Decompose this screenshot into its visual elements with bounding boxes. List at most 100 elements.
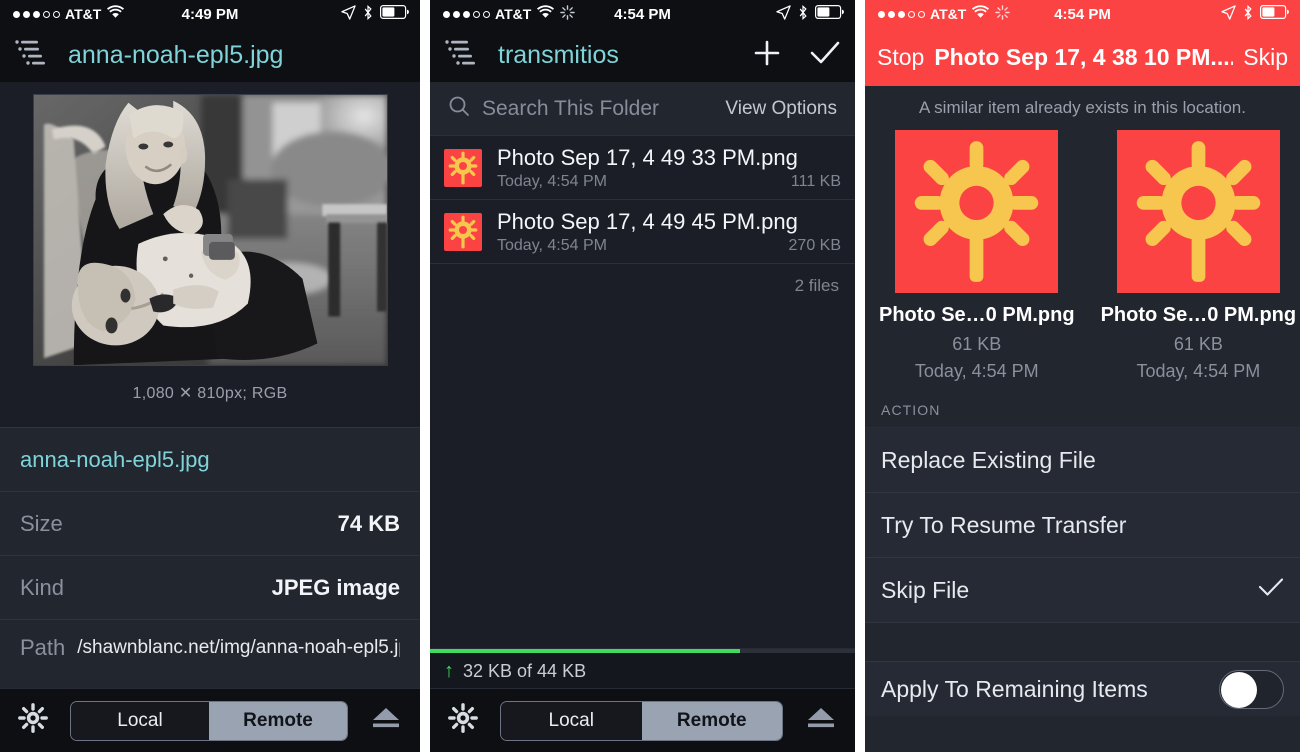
panel-folder-browser: AT&T 4:54 PM transmitios Search This Fol… xyxy=(430,0,855,752)
signal-strength-icon xyxy=(443,10,490,18)
file-size: 111 KB xyxy=(790,172,841,190)
action-row-resume[interactable]: Try To Resume Transfer xyxy=(865,493,1300,558)
metadata-row-path: Path /shawnblanc.net/img/anna-noah-epl5.… xyxy=(0,619,420,675)
status-bar-right xyxy=(341,4,410,24)
signal-strength-icon xyxy=(878,10,925,18)
status-bar-right xyxy=(776,4,845,24)
action-row-replace[interactable]: Replace Existing File xyxy=(865,428,1300,493)
metadata-row-filename[interactable]: anna-noah-epl5.jpg xyxy=(0,427,420,491)
metadata-key-size: Size xyxy=(20,510,63,536)
comparison-file-name: Photo Se…0 PM.png xyxy=(879,304,1075,326)
three-panel-screenshot: AT&T 4:49 PM anna-noah-epl5.jpg 1,080 ✕ … xyxy=(0,0,1300,752)
comparison-file-name: Photo Se…0 PM.png xyxy=(1100,304,1297,326)
segment-remote[interactable]: Remote xyxy=(641,701,782,740)
navigation-bar: anna-noah-epl5.jpg xyxy=(0,28,420,82)
search-icon xyxy=(448,95,470,122)
progress-text: 32 KB of 44 KB xyxy=(463,660,587,681)
metadata-value-size: 74 KB xyxy=(337,510,400,536)
file-subline: Today, 4:54 PM 111 KB xyxy=(497,173,841,191)
plus-icon[interactable] xyxy=(751,37,783,74)
segment-remote[interactable]: Remote xyxy=(209,701,347,740)
comparison-item-source[interactable]: Photo Se…0 PM.png 61 KB Today, 4:54 PM xyxy=(879,130,1075,382)
location-arrow-icon xyxy=(341,4,356,24)
comparison-file-size: 61 KB xyxy=(952,334,1002,354)
file-item-body: Photo Sep 17, 4 49 45 PM.png Today, 4:54… xyxy=(497,209,841,255)
file-subline: Today, 4:54 PM 270 KB xyxy=(497,237,841,255)
apply-remaining-row[interactable]: Apply To Remaining Items xyxy=(865,661,1300,716)
panel-divider-1 xyxy=(420,0,430,752)
status-bar: AT&T 4:54 PM xyxy=(865,0,1300,28)
carrier-label: AT&T xyxy=(930,6,967,22)
carrier-label: AT&T xyxy=(65,6,102,22)
navigation-bar: transmitios xyxy=(430,28,855,82)
image-preview-area: 1,080 ✕ 810px; RGB xyxy=(0,82,420,427)
file-date: Today, 4:54 PM xyxy=(497,236,607,254)
status-bar-left: AT&T xyxy=(13,5,125,23)
view-options-button[interactable]: View Options xyxy=(725,98,837,120)
eject-icon[interactable] xyxy=(370,705,402,736)
section-header-action: ACTION xyxy=(865,382,1300,427)
search-bar[interactable]: Search This Folder View Options xyxy=(430,82,855,136)
conflict-title: Photo Sep 17, 4 38 10 PM.... xyxy=(934,43,1234,70)
metadata-value-kind: JPEG image xyxy=(271,574,400,600)
panel-file-info: AT&T 4:49 PM anna-noah-epl5.jpg 1,080 ✕ … xyxy=(0,0,420,752)
sunflower-png-icon xyxy=(895,130,1059,293)
metadata-list: anna-noah-epl5.jpg Size 74 KB Kind JPEG … xyxy=(0,427,420,675)
segment-local[interactable]: Local xyxy=(71,701,209,740)
search-input[interactable]: Search This Folder xyxy=(482,97,659,121)
segment-local[interactable]: Local xyxy=(501,701,642,740)
toggle-knob xyxy=(1221,671,1257,708)
action-label: Replace Existing File xyxy=(881,446,1096,473)
bluetooth-icon xyxy=(1243,4,1253,24)
comparison-file-date: Today, 4:54 PM xyxy=(914,361,1039,381)
wifi-icon xyxy=(971,5,990,23)
file-date: Today, 4:54 PM xyxy=(497,172,607,190)
page-title: transmitios xyxy=(498,40,619,69)
panel-divider-2 xyxy=(855,0,865,752)
bluetooth-icon xyxy=(798,4,808,24)
skip-button[interactable]: Skip xyxy=(1243,44,1288,71)
progress-label-row: ↑ 32 KB of 44 KB xyxy=(430,653,855,689)
hierarchy-list-icon[interactable] xyxy=(444,38,478,73)
page-title: anna-noah-epl5.jpg xyxy=(68,40,284,69)
comparison-file-date: Today, 4:54 PM xyxy=(1136,361,1261,381)
local-remote-segmented-control[interactable]: Local Remote xyxy=(500,700,783,741)
battery-icon xyxy=(1260,5,1290,23)
photo-image xyxy=(33,95,387,365)
file-comparison: Photo Se…0 PM.png 61 KB Today, 4:54 PM P… xyxy=(865,130,1300,382)
location-arrow-icon xyxy=(1221,4,1236,24)
gear-icon[interactable] xyxy=(448,703,478,738)
metadata-value-path: /shawnblanc.net/img/anna-noah-epl5.jpg xyxy=(77,636,400,658)
photo-thumbnail[interactable] xyxy=(32,94,388,366)
list-spacer xyxy=(865,623,1300,661)
apply-remaining-toggle[interactable] xyxy=(1219,669,1284,709)
bottom-toolbar: Local Remote xyxy=(0,688,420,752)
file-name: Photo Sep 17, 4 49 33 PM.png xyxy=(497,144,798,170)
activity-spinner-icon xyxy=(560,4,576,24)
action-row-skip[interactable]: Skip File xyxy=(865,558,1300,623)
local-remote-segmented-control[interactable]: Local Remote xyxy=(70,700,348,741)
filename-value: anna-noah-epl5.jpg xyxy=(20,446,210,472)
checkmark-icon[interactable] xyxy=(809,39,841,72)
file-item-body: Photo Sep 17, 4 49 33 PM.png Today, 4:54… xyxy=(497,145,841,191)
stop-button[interactable]: Stop xyxy=(877,44,924,71)
hierarchy-list-icon[interactable] xyxy=(14,38,48,73)
file-list-item[interactable]: Photo Sep 17, 4 49 45 PM.png Today, 4:54… xyxy=(430,200,855,264)
bottom-toolbar: Local Remote xyxy=(430,688,855,752)
eject-icon[interactable] xyxy=(805,705,837,736)
transfer-progress: ↑ 32 KB of 44 KB xyxy=(430,648,855,688)
status-bar-left: AT&T xyxy=(443,4,576,24)
bluetooth-icon xyxy=(363,4,373,24)
file-list-item[interactable]: Photo Sep 17, 4 49 33 PM.png Today, 4:54… xyxy=(430,136,855,200)
comparison-item-existing[interactable]: Photo Se…0 PM.png 61 KB Today, 4:54 PM xyxy=(1100,130,1297,382)
upload-arrow-icon: ↑ xyxy=(444,660,454,682)
metadata-row-size: Size 74 KB xyxy=(0,491,420,555)
sunflower-png-icon xyxy=(444,212,482,251)
action-list: Replace Existing File Try To Resume Tran… xyxy=(865,427,1300,716)
battery-icon xyxy=(380,5,410,23)
wifi-icon xyxy=(106,5,125,23)
gear-icon[interactable] xyxy=(18,703,48,738)
sunflower-png-icon xyxy=(444,148,482,187)
status-bar-left: AT&T xyxy=(878,4,1011,24)
file-count-label: 2 files xyxy=(430,264,855,308)
